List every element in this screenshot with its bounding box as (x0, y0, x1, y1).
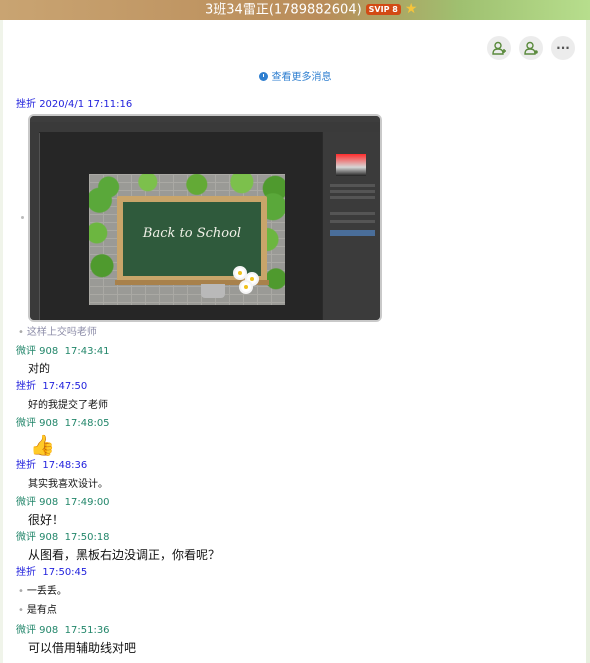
sender-name: 挫折 (16, 99, 36, 110)
chalkboard-text: Back to School (142, 226, 242, 241)
message-text: 可以借用辅助线对吧 (28, 641, 137, 655)
message-text: 对的 (28, 362, 50, 375)
bullet-dot (21, 216, 24, 219)
sender-name: 微评 908 (16, 532, 59, 543)
message-time: 2020/4/1 17:11:16 (39, 99, 133, 110)
leaves-decoration (89, 174, 115, 305)
sender-name: 挫折 (16, 381, 36, 392)
message-header: 微评 908 17:43:41 (16, 345, 110, 359)
sender-name: 微评 908 (16, 418, 59, 429)
bucket-icon (201, 284, 225, 298)
message-header: 微评 908 17:51:36 (16, 624, 110, 638)
message-header: 微评 908 17:50:18 (16, 531, 110, 545)
message-time: 17:48:05 (64, 418, 110, 429)
more-icon: ··· (556, 41, 570, 55)
message-header: 微评 908 17:48:05 (16, 417, 110, 431)
sender-name: 挫折 (16, 460, 36, 471)
message-text: 一丢丢。 (26, 586, 67, 597)
group-info-icon (524, 41, 538, 55)
ps-toolbox (30, 132, 39, 320)
message-bullet: • 这样上交吗老师 (18, 327, 97, 338)
chat-title: 3班34雷正(1789882604) (205, 2, 362, 18)
clock-icon (258, 72, 268, 81)
ps-right-panel (322, 132, 380, 320)
sender-name: 微评 908 (16, 346, 59, 357)
message-time: 17:48:36 (42, 460, 88, 471)
star-icon: ★ (404, 1, 418, 17)
add-member-icon (492, 41, 506, 55)
more-button[interactable]: ··· (551, 36, 575, 60)
group-info-button[interactable] (519, 36, 543, 60)
message-time: 17:50:18 (64, 532, 110, 543)
message-text: 从图看，黑板右边没调正，你看呢？ (28, 548, 221, 562)
message-time: 17:50:45 (42, 567, 88, 578)
thumbs-up-emoji: 👍 (30, 433, 55, 457)
message-header: 挫折 17:48:36 (16, 459, 87, 473)
message-text: 好的我提交了老师 (28, 400, 108, 411)
message-time: 17:47:50 (42, 381, 88, 392)
window-frame-right (586, 20, 590, 663)
message-text: 其实我喜欢设计。 (28, 479, 108, 490)
window-frame-left (0, 20, 3, 663)
message-bullet: • 是有点 (18, 605, 57, 616)
sender-name: 挫折 (16, 567, 36, 578)
message-text: 很好！ (28, 513, 65, 527)
ps-layer-selected (330, 230, 375, 236)
message-text: 是有点 (26, 605, 57, 616)
sender-name: 微评 908 (16, 497, 59, 508)
message-header: 微评 908 17:49:00 (16, 496, 110, 510)
ps-color-picker (336, 154, 366, 176)
message-time: 17:43:41 (64, 346, 110, 357)
title-bar: 3班34雷正(1789882604) SVIP 8 ★ (0, 0, 590, 20)
back-to-school-artwork: Back to School (89, 174, 285, 305)
view-more-messages-link[interactable]: 查看更多消息 (0, 70, 590, 86)
image-message-photoshop-screenshot[interactable]: Back to School (28, 114, 382, 322)
message-time: 17:51:36 (64, 625, 110, 636)
message-header: 挫折 2020/4/1 17:11:16 (16, 98, 132, 112)
ps-canvas-area: Back to School (40, 132, 324, 320)
chat-toolbar: ··· (487, 36, 575, 60)
sender-name: 微评 908 (16, 625, 59, 636)
message-header: 挫折 17:47:50 (16, 380, 87, 394)
message-text: 这样上交吗老师 (26, 327, 97, 338)
add-member-button[interactable] (487, 36, 511, 60)
view-more-messages-label: 查看更多消息 (271, 72, 332, 83)
svip-badge: SVIP 8 (365, 3, 401, 15)
daisy-icon (239, 280, 253, 294)
message-header: 挫折 17:50:45 (16, 566, 87, 580)
message-bullet: • 一丢丢。 (18, 586, 67, 597)
message-time: 17:49:00 (64, 497, 110, 508)
